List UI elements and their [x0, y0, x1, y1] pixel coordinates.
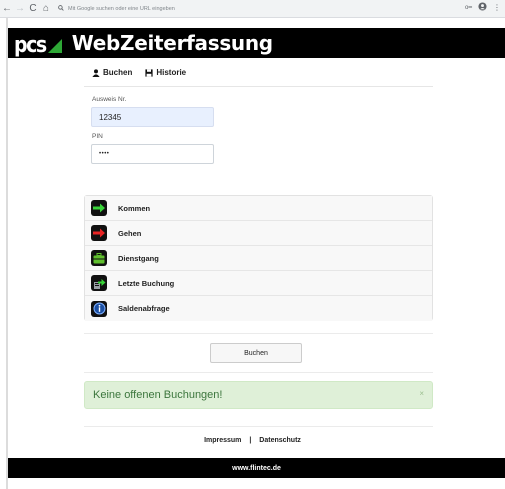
address-bar[interactable]: Mit Google suchen oder eine URL eingeben [58, 3, 478, 15]
arrow-right-red-icon [91, 225, 107, 241]
alert-message: Keine offenen Buchungen! [93, 389, 223, 401]
app-header: pcs WebZeiterfassung [8, 28, 505, 58]
site-link[interactable]: www.flintec.de [232, 465, 281, 472]
logo-triangle-icon [47, 39, 62, 53]
action-gehen-label: Gehen [118, 228, 142, 238]
action-kommen-label: Kommen [118, 203, 151, 213]
section-divider [84, 333, 433, 334]
back-icon[interactable]: ← [1, 2, 13, 16]
logo-text: pcs [14, 32, 47, 58]
arrow-right-green-icon [91, 200, 107, 216]
footer-links: Impressum | Datenschutz [0, 437, 505, 444]
briefcase-icon [91, 250, 107, 266]
action-kommen[interactable]: Kommen [85, 196, 432, 221]
booking-type-list: Kommen Gehen Dienstgang Letzte Buchung S… [84, 195, 433, 321]
section-divider [84, 372, 433, 373]
home-icon[interactable]: ⌂ [40, 2, 52, 16]
pin-value: •••• [99, 151, 110, 157]
pin-label: PIN [92, 133, 103, 140]
action-letzte-buchung[interactable]: Letzte Buchung [85, 271, 432, 296]
tab-historie[interactable]: Historie [145, 68, 186, 77]
nav-tabs: Buchen Historie [92, 68, 186, 77]
address-placeholder: Mit Google suchen oder eine URL eingeben [68, 6, 175, 12]
status-alert: Keine offenen Buchungen! × [84, 381, 433, 409]
action-gehen[interactable]: Gehen [85, 221, 432, 246]
datenschutz-link[interactable]: Datenschutz [259, 437, 301, 444]
last-booking-icon [91, 275, 107, 291]
impressum-link[interactable]: Impressum [204, 437, 241, 444]
action-dienstgang[interactable]: Dienstgang [85, 246, 432, 271]
save-icon [145, 68, 153, 77]
tab-historie-label: Historie [156, 68, 187, 77]
tab-buchen[interactable]: Buchen [92, 68, 132, 77]
reload-icon[interactable]: C [27, 2, 39, 16]
action-dienstgang-label: Dienstgang [118, 253, 159, 263]
info-icon [91, 300, 107, 317]
page-bottom [8, 478, 505, 489]
badge-number-input[interactable]: 12345 [91, 107, 214, 127]
app-title: WebZeiterfassung [71, 31, 273, 55]
profile-icon[interactable] [478, 2, 487, 13]
action-saldenabfrage-label: Saldenabfrage [118, 304, 170, 313]
action-letzte-buchung-label: Letzte Buchung [118, 278, 175, 288]
more-icon[interactable]: ⋮ [493, 3, 501, 12]
badge-number-value: 12345 [99, 112, 122, 122]
pcs-logo: pcs [14, 31, 62, 58]
key-icon[interactable]: o━ [465, 4, 472, 11]
footer-bar: www.flintec.de [8, 458, 505, 478]
pin-input[interactable]: •••• [91, 144, 214, 164]
user-icon [92, 68, 100, 77]
forward-icon[interactable]: → [14, 2, 26, 16]
badge-number-label: Ausweis Nr. [92, 96, 127, 103]
tab-divider [84, 86, 433, 87]
search-icon [58, 5, 64, 13]
close-icon[interactable]: × [419, 389, 424, 398]
section-divider [84, 426, 433, 427]
footer-separator: | [249, 437, 252, 444]
action-saldenabfrage[interactable]: Saldenabfrage [85, 296, 432, 321]
buchen-button[interactable]: Buchen [210, 343, 302, 363]
tab-buchen-label: Buchen [103, 68, 133, 77]
browser-toolbar: ← → C ⌂ Mit Google suchen oder eine URL … [0, 0, 505, 18]
window-frame [6, 18, 8, 489]
